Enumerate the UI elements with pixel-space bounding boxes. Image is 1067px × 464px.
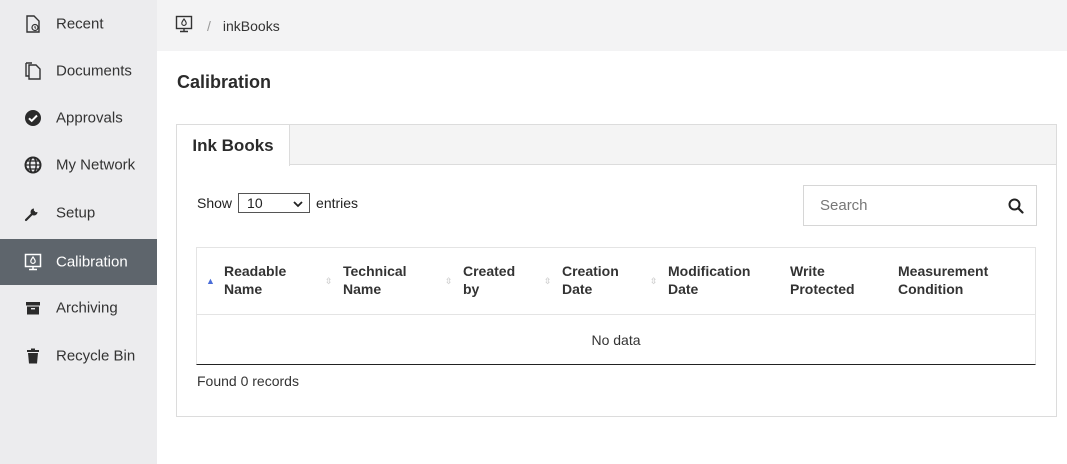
column-header-created-by[interactable]: ⇳ Created by [445,262,516,298]
sidebar-item-label: Documents [56,62,132,80]
documents-icon [24,62,42,80]
column-header-technical-name[interactable]: ⇳ Technical Name [325,262,407,298]
table-empty-row: No data [196,315,1036,365]
length-prefix: Show [197,195,233,211]
column-header-creation-date[interactable]: ⇳ Creation Date [544,262,619,298]
sidebar-item-approvals[interactable]: Approvals [0,95,157,141]
archive-box-icon [24,299,42,317]
sidebar-item-calibration[interactable]: Calibration [0,239,157,285]
page-length-value: 10 [247,195,263,211]
column-label: Write [790,263,825,279]
trash-icon [24,347,42,365]
globe-icon [24,156,42,174]
sidebar-item-label: My Network [56,156,136,174]
search-icon[interactable] [1008,198,1024,219]
sidebar-item-label: Recycle Bin [56,347,136,365]
search-input[interactable]: Search [803,185,1037,226]
breadcrumb: / inkBooks [157,0,1067,51]
sort-both-icon: ⇳ [650,276,658,286]
page-length-control: Show 10 entries [197,193,358,213]
sidebar: Recent Documents Approvals My Network Se… [0,0,157,464]
panel-header [177,125,1056,165]
calibration-home-icon[interactable] [175,15,193,36]
sidebar-item-setup[interactable]: Setup [0,190,157,236]
column-label: Name [343,281,382,297]
tab-ink-books[interactable]: Ink Books [177,125,290,166]
column-label: Created [463,263,516,279]
sidebar-item-label: Setup [56,204,96,222]
sidebar-item-documents[interactable]: Documents [0,48,157,94]
sidebar-item-my-network[interactable]: My Network [0,142,157,188]
column-label: Name [224,281,263,297]
column-header-readable-name[interactable]: ▲ Readable Name [206,262,287,298]
column-header-measurement-condition: Measurement Condition [898,262,988,298]
column-label: Creation [562,263,619,279]
column-label: Measurement [898,263,989,279]
column-label: Date [668,281,699,297]
sidebar-item-label: Recent [56,15,104,33]
wrench-icon [24,204,42,222]
column-label: Condition [898,281,964,297]
breadcrumb-current: inkBooks [222,17,280,34]
sidebar-item-recycle-bin[interactable]: Recycle Bin [0,333,157,379]
column-label: Modification [668,263,751,279]
length-suffix: entries [316,195,359,211]
ink-books-table: ▲ Readable Name ⇳ Technical Name ⇳ Creat… [196,247,1036,365]
sort-ascending-icon: ▲ [206,276,215,286]
sidebar-item-label: Calibration [56,253,128,271]
sort-both-icon: ⇳ [445,276,453,286]
column-label: Date [562,281,593,297]
sort-both-icon: ⇳ [325,276,333,286]
sidebar-item-label: Approvals [56,109,123,127]
column-header-write-protected: Write Protected [790,262,855,298]
breadcrumb-separator: / [207,17,211,34]
sidebar-item-recent[interactable]: Recent [0,1,157,47]
search-placeholder: Search [820,197,868,214]
column-label: by [463,281,480,297]
column-header-modification-date[interactable]: ⇳ Modification Date [650,262,751,298]
recent-doc-icon [24,15,42,33]
page-title: Calibration [177,72,272,92]
page-length-select[interactable]: 10 [238,193,311,213]
sidebar-item-archiving[interactable]: Archiving [0,285,157,331]
check-circle-icon [24,109,42,127]
ink-books-panel: Ink Books Show 10 entries Search ▲ Reada… [176,124,1057,417]
sidebar-item-label: Archiving [56,299,118,317]
main-content: / inkBooks Calibration Ink Books Show 10… [157,0,1067,464]
sort-both-icon: ⇳ [544,276,552,286]
chevron-down-icon [293,195,303,211]
column-label: Readable [224,263,287,279]
column-label: Protected [790,281,855,297]
table-header: ▲ Readable Name ⇳ Technical Name ⇳ Creat… [196,247,1036,315]
column-label: Technical [343,263,407,279]
calibration-icon [24,253,42,271]
records-info: Found 0 records [197,373,299,389]
